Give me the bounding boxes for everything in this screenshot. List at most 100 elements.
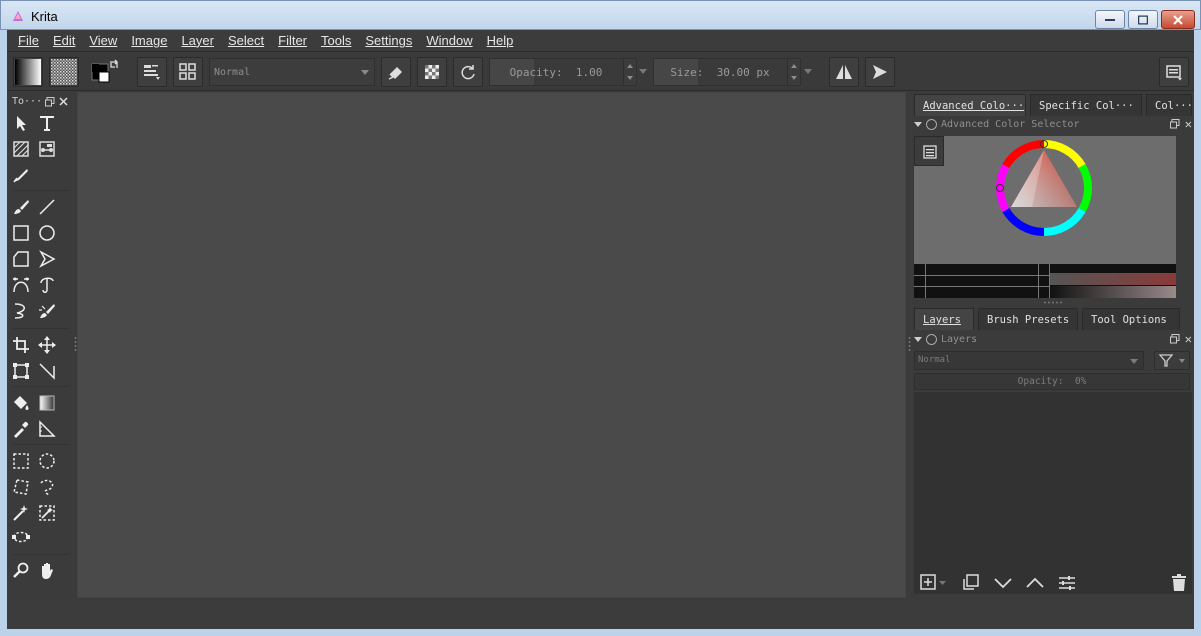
lock-docker-icon[interactable] (926, 334, 937, 345)
menu-window[interactable]: Window (419, 33, 479, 48)
crop-tool[interactable] (10, 334, 32, 356)
size-slider[interactable]: Size: 30.00 px (653, 58, 801, 86)
bezier-selection-tool[interactable] (10, 528, 32, 550)
dynamic-brush-tool[interactable] (10, 300, 32, 322)
rectangle-icon (13, 225, 29, 241)
menu-select[interactable]: Select (221, 33, 271, 48)
layer-opacity-value: 0% (1074, 376, 1087, 387)
menu-file[interactable]: File (11, 33, 46, 48)
preserve-alpha-button[interactable] (417, 57, 447, 87)
fg-bg-color-swatch[interactable] (91, 59, 121, 87)
assistant-tool[interactable] (36, 418, 58, 440)
gradient-tool[interactable] (36, 392, 58, 414)
layer-properties-button[interactable] (1056, 572, 1078, 594)
mirror-vertical-button[interactable] (865, 57, 895, 87)
layer-filter-button[interactable] (1154, 351, 1190, 370)
elliptical-selection-tool[interactable] (36, 450, 58, 472)
pattern-picker-button[interactable] (49, 57, 79, 87)
similar-color-selection-tool[interactable] (36, 502, 58, 524)
layer-blend-mode-select[interactable]: Normal (914, 351, 1144, 370)
color-history-strip[interactable] (914, 264, 1176, 298)
size-dropdown-icon[interactable] (804, 69, 812, 75)
layer-opacity-slider[interactable]: Opacity: 0% (914, 373, 1190, 390)
blend-mode-select[interactable]: Normal (209, 58, 375, 86)
freehand-brush-tool[interactable] (10, 196, 32, 218)
tab-advanced-color-selector[interactable]: Advanced Colo··· (914, 94, 1026, 116)
opacity-dropdown-icon[interactable] (639, 69, 647, 75)
float-panel-icon[interactable] (1170, 334, 1180, 344)
tab-specific-color-selector[interactable]: Specific Col··· (1030, 94, 1142, 116)
move-layer-up-button[interactable] (1024, 572, 1046, 594)
right-splitter-handle[interactable] (908, 336, 911, 352)
opacity-slider[interactable]: Opacity: 1.00 (489, 58, 637, 86)
multibrush-tool[interactable] (36, 300, 58, 322)
opacity-spinner[interactable] (623, 59, 636, 85)
workspace-chooser-button[interactable] (1159, 57, 1189, 87)
advanced-color-selector[interactable] (914, 136, 1176, 268)
ellipse-tool[interactable] (36, 222, 58, 244)
close-panel-icon[interactable] (59, 97, 68, 106)
delete-layer-button[interactable] (1168, 572, 1190, 594)
minimize-button[interactable] (1095, 10, 1125, 29)
line-tool[interactable] (36, 196, 58, 218)
duplicate-layer-button[interactable] (960, 572, 982, 594)
eraser-mode-button[interactable] (381, 57, 411, 87)
size-spinner[interactable] (787, 59, 800, 85)
contiguous-selection-tool[interactable] (10, 502, 32, 524)
tab-tool-options[interactable]: Tool Options (1082, 308, 1180, 330)
gradient-edit-tool[interactable] (36, 138, 58, 160)
rectangular-selection-tool[interactable] (10, 450, 32, 472)
lock-docker-icon[interactable] (926, 119, 937, 130)
polygon-tool[interactable] (10, 248, 32, 270)
menu-help[interactable]: Help (480, 33, 521, 48)
tab-layers[interactable]: Layers (914, 308, 974, 330)
tab-brush-presets[interactable]: Brush Presets (978, 308, 1078, 330)
brush-settings-button[interactable] (137, 57, 167, 87)
menu-layer[interactable]: Layer (174, 33, 221, 48)
menu-bar: File Edit View Image Layer Select Filter… (7, 30, 1194, 52)
eraser-icon (388, 67, 402, 80)
menu-filter[interactable]: Filter (271, 33, 314, 48)
collapse-caret-icon[interactable] (914, 122, 922, 127)
polyline-tool[interactable] (36, 248, 58, 270)
brush-presets-button[interactable] (173, 57, 203, 87)
polygonal-selection-tool[interactable] (10, 476, 32, 498)
color-picker-tool[interactable] (10, 418, 32, 440)
rectangle-tool[interactable] (10, 222, 32, 244)
select-shapes-tool[interactable] (10, 112, 32, 134)
menu-view[interactable]: View (82, 33, 124, 48)
dock-splitter-handle[interactable] (1043, 301, 1063, 304)
tab-color-other[interactable]: Col··· (1146, 94, 1192, 116)
mirror-horizontal-button[interactable] (829, 57, 859, 87)
move-tool[interactable] (36, 334, 58, 356)
freehand-selection-tool[interactable] (36, 476, 58, 498)
move-layer-down-button[interactable] (992, 572, 1014, 594)
transform-tool[interactable] (10, 360, 32, 382)
close-window-button[interactable] (1161, 10, 1195, 29)
fill-tool[interactable] (10, 392, 32, 414)
menu-edit[interactable]: Edit (46, 33, 82, 48)
add-layer-button[interactable] (918, 572, 952, 594)
menu-settings[interactable]: Settings (358, 33, 419, 48)
canvas-area[interactable] (77, 92, 906, 598)
close-panel-icon[interactable]: ✕ (1185, 117, 1192, 131)
reload-preset-button[interactable] (453, 57, 483, 87)
close-panel-icon[interactable]: ✕ (1185, 332, 1192, 346)
edit-shapes-tool[interactable] (10, 138, 32, 160)
float-panel-icon[interactable] (45, 97, 55, 107)
text-tool[interactable] (36, 112, 58, 134)
freehand-path-tool[interactable] (36, 274, 58, 296)
collapse-caret-icon[interactable] (914, 337, 922, 342)
bezier-curve-tool[interactable] (10, 274, 32, 296)
menu-tools[interactable]: Tools (314, 33, 358, 48)
measure-tool[interactable] (36, 360, 58, 382)
zoom-tool[interactable] (10, 560, 32, 582)
menu-image[interactable]: Image (124, 33, 174, 48)
gradient-picker-button[interactable] (13, 57, 43, 87)
layers-list[interactable] (914, 392, 1192, 594)
color-wheel-triangle[interactable] (914, 136, 1176, 268)
maximize-button[interactable] (1128, 10, 1158, 29)
calligraphy-tool[interactable] (10, 164, 32, 186)
float-panel-icon[interactable] (1170, 119, 1180, 129)
pan-tool[interactable] (36, 560, 58, 582)
